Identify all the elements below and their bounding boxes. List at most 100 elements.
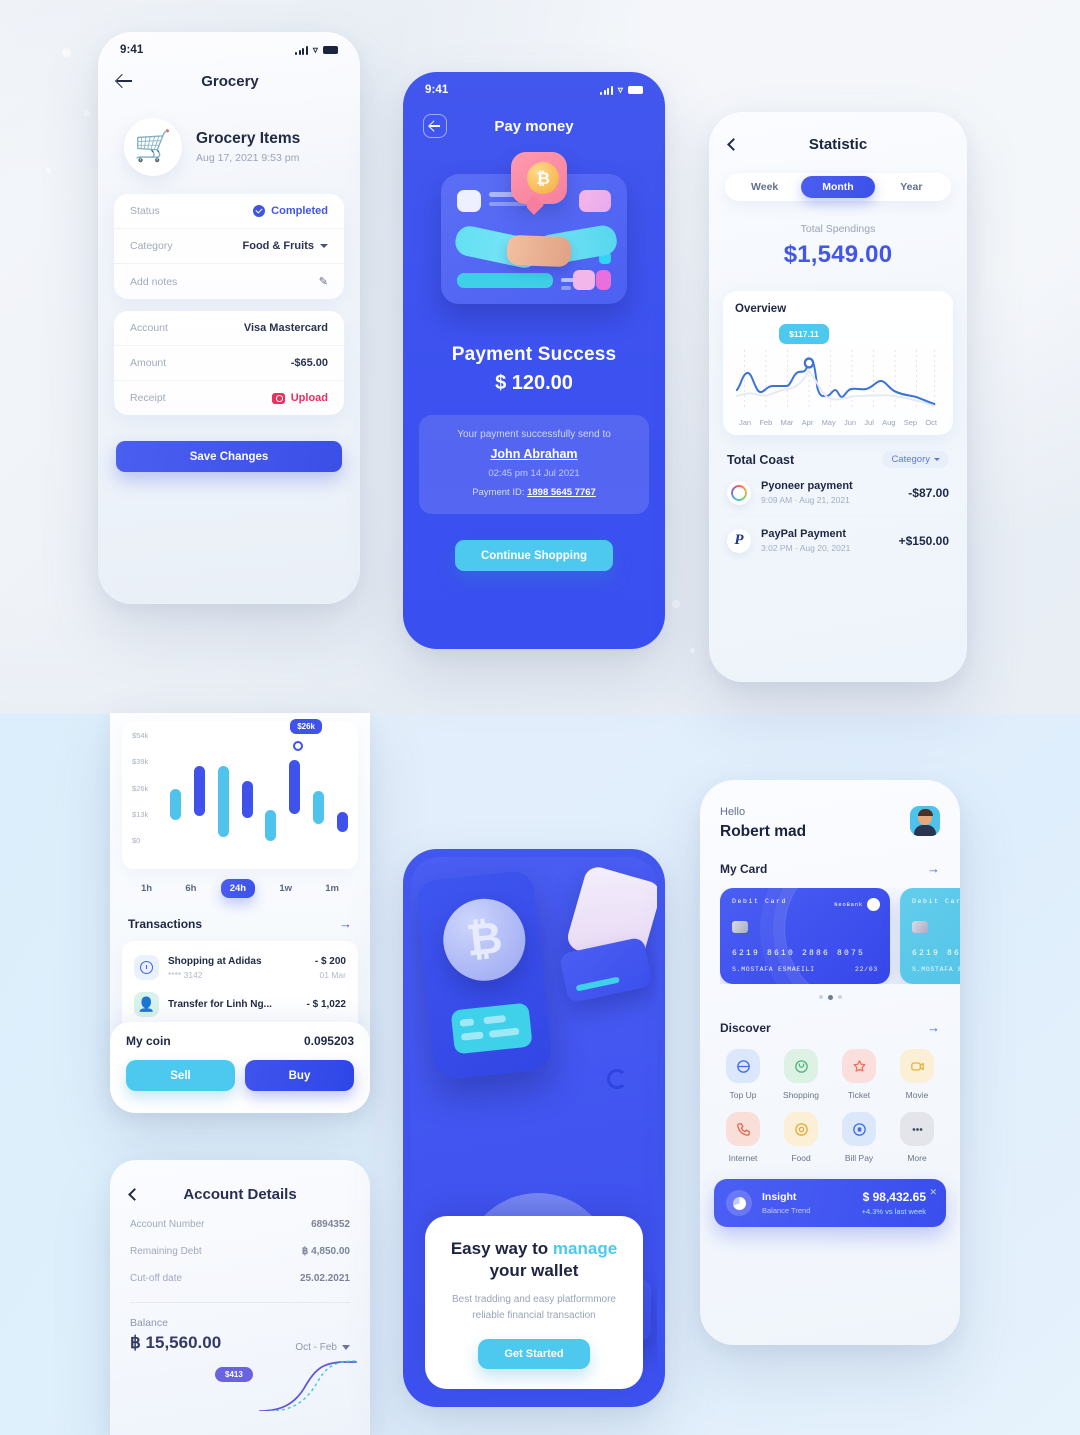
status-bar: 9:41 ▿: [403, 72, 665, 98]
axis-tick: Jun: [843, 418, 857, 427]
chart-peak-point: [803, 357, 815, 369]
row-value: 6894352: [311, 1219, 350, 1230]
row-label: Account Number: [130, 1219, 205, 1230]
card-dash: [561, 286, 571, 290]
bar-range: [336, 735, 348, 847]
row-label: Status: [130, 205, 160, 217]
transaction-row[interactable]: Shopping at Adidas **** 3142 - $ 200 01 …: [132, 949, 348, 986]
range-1m[interactable]: 1m: [316, 879, 348, 898]
discover-item-internet[interactable]: Internet: [716, 1112, 770, 1163]
axis-tick: Mar: [780, 418, 794, 427]
total-spendings-label: Total Spendings: [800, 223, 876, 235]
continue-shopping-button[interactable]: Continue Shopping: [455, 540, 613, 571]
discover-item-top-up[interactable]: Top Up: [716, 1049, 770, 1100]
grocery-hero: 🛒 Grocery Items Aug 17, 2021 9:53 pm: [98, 96, 360, 194]
phone-wallet-onboarding: ₿ ₿ BUY: [403, 849, 665, 1407]
axis-tick: Apr: [801, 418, 814, 427]
get-started-button[interactable]: Get Started: [478, 1339, 590, 1369]
range-6h[interactable]: 6h: [176, 879, 205, 898]
card-carousel[interactable]: Debit Card NeoBank 6219 8610 2886 8075 S…: [720, 888, 960, 984]
discover-label: Food: [791, 1153, 811, 1163]
wifi-icon: ▿: [617, 84, 623, 96]
sell-button[interactable]: Sell: [126, 1060, 235, 1091]
axis-tick: Aug: [882, 418, 896, 427]
dot-active[interactable]: [827, 995, 833, 1000]
transaction-row[interactable]: Pyoneer payment 9:09 AM · Aug 21, 2021 -…: [727, 480, 949, 516]
arrow-right-icon[interactable]: →: [927, 1020, 940, 1035]
range-1h[interactable]: 1h: [132, 879, 161, 898]
bar-range: [313, 735, 325, 847]
balance-area-chart: $413: [110, 1359, 370, 1411]
shopping-icon: [784, 1049, 818, 1083]
dot[interactable]: [818, 995, 823, 999]
pay-header: Pay money: [403, 98, 665, 138]
poster-canvas: 9:41 ▿ Grocery 🛒 Grocery Items Aug 17, 2…: [0, 0, 1080, 1435]
bitcoin-icon: ₿: [439, 894, 530, 985]
transaction-row[interactable]: 👤 Transfer for Linh Ng... - $ 1,022: [132, 986, 348, 1023]
close-icon[interactable]: ✕: [929, 1187, 937, 1198]
transaction-amount: - $ 200: [314, 955, 346, 967]
balance-label: Balance: [130, 1317, 168, 1329]
arrow-right-icon[interactable]: →: [927, 861, 940, 876]
discover-item-movie[interactable]: Movie: [890, 1049, 944, 1100]
status-badge: Completed: [271, 205, 328, 217]
page-title: Pay money: [494, 117, 574, 135]
row-status[interactable]: Status Completed: [114, 194, 344, 228]
phone-home: Hello Robert mad My Card → Debit Card Ne…: [700, 780, 960, 1345]
transaction-date: 01 Mar: [319, 969, 346, 980]
discover-item-bill-pay[interactable]: Bill Pay: [832, 1112, 886, 1163]
month-axis: Jan Feb Mar Apr May Jun Jul Aug Sep Oct: [735, 416, 941, 427]
bokeh-dot: [672, 600, 680, 608]
grocery-header: Grocery: [98, 58, 360, 96]
bank-card[interactable]: Debit Card NeoBank 6219 8610 2886 8075 S…: [720, 888, 890, 984]
discover-item-food[interactable]: Food: [774, 1112, 828, 1163]
buy-button[interactable]: Buy: [245, 1060, 354, 1091]
pencil-icon[interactable]: ✎: [319, 275, 328, 288]
discover-item-more[interactable]: More: [890, 1112, 944, 1163]
row-category[interactable]: Category Food & Fruits: [114, 228, 344, 263]
card-pink-block: [573, 270, 595, 290]
chevron-down-icon[interactable]: [320, 244, 328, 248]
tab-month[interactable]: Month: [801, 176, 875, 198]
card-holder: S.MOSTAFA E: [912, 966, 960, 973]
transaction-date: 3:02 PM · Aug 20, 2021: [761, 543, 851, 553]
row-add-notes[interactable]: Add notes ✎: [114, 263, 344, 299]
tab-year[interactable]: Year: [875, 176, 948, 198]
range-24h[interactable]: 24h: [220, 879, 256, 898]
discover-item-ticket[interactable]: Ticket: [832, 1049, 886, 1100]
battery-icon: [323, 46, 338, 54]
avatar-icon: 👤: [134, 992, 159, 1017]
discover-label: More: [907, 1153, 927, 1163]
upload-link[interactable]: Upload: [291, 392, 328, 404]
card-brand: NeoBank: [834, 898, 880, 911]
range-1w[interactable]: 1w: [270, 879, 301, 898]
insight-banner[interactable]: Insight Balance Trend $ 98,432.65 +4.3% …: [714, 1179, 946, 1227]
bank-card[interactable]: Debit Card 6219 8610 S.MOSTAFA E: [900, 888, 960, 984]
period-segmented-control[interactable]: Week Month Year: [725, 173, 951, 201]
back-arrow-icon[interactable]: [116, 72, 134, 90]
recipient-name: John Abraham: [490, 447, 578, 461]
carousel-dots[interactable]: [700, 995, 960, 1000]
card-chip-icon: [912, 921, 928, 933]
avatar[interactable]: [910, 806, 940, 836]
card-number: 6219 8610 2886 8075: [732, 949, 866, 958]
axis-tick: $0: [132, 836, 141, 845]
more-dots-icon: [900, 1112, 934, 1146]
bar-chart-marker: [293, 741, 303, 751]
transaction-row[interactable]: P PayPal Payment 3:02 PM · Aug 20, 2021 …: [727, 528, 949, 563]
category-dropdown[interactable]: Category: [882, 451, 949, 468]
save-changes-button[interactable]: Save Changes: [116, 441, 342, 472]
discover-item-shopping[interactable]: Shopping: [774, 1049, 828, 1100]
card-square-icon: [457, 190, 481, 212]
dot[interactable]: [837, 995, 842, 999]
phone-grocery-detail: 9:41 ▿ Grocery 🛒 Grocery Items Aug 17, 2…: [98, 32, 360, 604]
camera-icon[interactable]: [271, 392, 285, 404]
grocery-hero-text: Grocery Items Aug 17, 2021 9:53 pm: [196, 130, 300, 164]
range-selector[interactable]: 1h 6h 24h 1w 1m: [132, 879, 348, 898]
chart-tooltip: $413: [215, 1367, 253, 1382]
payment-id-row: Payment ID: 1898 5645 7767: [431, 487, 637, 498]
row-receipt[interactable]: Receipt Upload: [114, 380, 344, 415]
tab-week[interactable]: Week: [728, 176, 801, 198]
arrow-right-icon[interactable]: →: [339, 916, 352, 931]
date-range-dropdown[interactable]: Oct - Feb: [295, 1342, 350, 1353]
